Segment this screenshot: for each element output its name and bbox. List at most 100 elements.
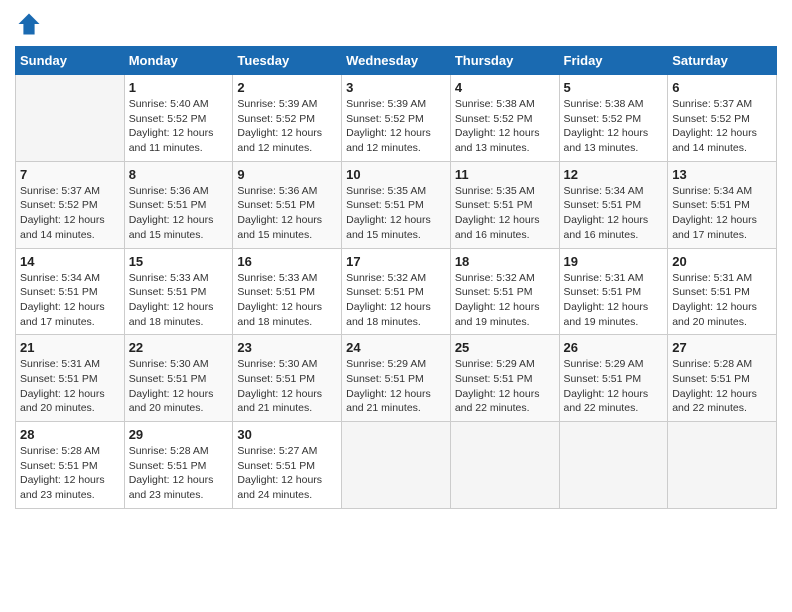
day-number: 5	[564, 80, 664, 95]
calendar-table: SundayMondayTuesdayWednesdayThursdayFrid…	[15, 46, 777, 509]
day-info: Sunrise: 5:33 AM Sunset: 5:51 PM Dayligh…	[129, 271, 229, 330]
calendar-cell: 6Sunrise: 5:37 AM Sunset: 5:52 PM Daylig…	[668, 75, 777, 162]
day-info: Sunrise: 5:36 AM Sunset: 5:51 PM Dayligh…	[129, 184, 229, 243]
day-info: Sunrise: 5:38 AM Sunset: 5:52 PM Dayligh…	[564, 97, 664, 156]
day-info: Sunrise: 5:28 AM Sunset: 5:51 PM Dayligh…	[20, 444, 120, 503]
day-number: 2	[237, 80, 337, 95]
day-info: Sunrise: 5:30 AM Sunset: 5:51 PM Dayligh…	[129, 357, 229, 416]
day-info: Sunrise: 5:34 AM Sunset: 5:51 PM Dayligh…	[20, 271, 120, 330]
calendar-cell: 20 Sunrise: 5:31 AM Sunset: 5:51 PM Dayli…	[668, 248, 777, 335]
day-number: 7	[20, 167, 120, 182]
day-info: Sunrise: 5:38 AM Sunset: 5:52 PM Dayligh…	[455, 97, 555, 156]
day-number: 15	[129, 254, 229, 269]
day-header-wednesday: Wednesday	[342, 47, 451, 75]
calendar-cell: 25 Sunrise: 5:29 AM Sunset: 5:51 PM Dayli…	[450, 335, 559, 422]
day-number: 1	[129, 80, 229, 95]
calendar-cell: 9 Sunrise: 5:36 AM Sunset: 5:51 PM Daylig…	[233, 161, 342, 248]
day-number: 17	[346, 254, 446, 269]
day-info: Sunrise: 5:39 AM Sunset: 5:52 PM Dayligh…	[346, 97, 446, 156]
calendar-cell: 10Sunrise: 5:35 AM Sunset: 5:51 PM Dayli…	[342, 161, 451, 248]
calendar-cell: 22 Sunrise: 5:30 AM Sunset: 5:51 PM Dayli…	[124, 335, 233, 422]
day-info: Sunrise: 5:35 AM Sunset: 5:51 PM Dayligh…	[455, 184, 555, 243]
day-info: Sunrise: 5:36 AM Sunset: 5:51 PM Dayligh…	[237, 184, 337, 243]
day-number: 29	[129, 427, 229, 442]
day-info: Sunrise: 5:31 AM Sunset: 5:51 PM Dayligh…	[20, 357, 120, 416]
day-number: 13	[672, 167, 772, 182]
day-info: Sunrise: 5:29 AM Sunset: 5:51 PM Dayligh…	[564, 357, 664, 416]
day-number: 27	[672, 340, 772, 355]
calendar-cell: 12 Sunrise: 5:34 AM Sunset: 5:51 PM Dayli…	[559, 161, 668, 248]
day-info: Sunrise: 5:31 AM Sunset: 5:51 PM Dayligh…	[564, 271, 664, 330]
logo	[15, 10, 47, 38]
day-number: 24	[346, 340, 446, 355]
calendar-cell: 30 Sunrise: 5:27 AM Sunset: 5:51 PM Dayli…	[233, 422, 342, 509]
calendar-week-row: 14 Sunrise: 5:34 AM Sunset: 5:51 PM Dayli…	[16, 248, 777, 335]
calendar-cell: 11 Sunrise: 5:35 AM Sunset: 5:51 PM Dayli…	[450, 161, 559, 248]
day-info: Sunrise: 5:34 AM Sunset: 5:51 PM Dayligh…	[564, 184, 664, 243]
day-info: Sunrise: 5:32 AM Sunset: 5:51 PM Dayligh…	[346, 271, 446, 330]
calendar-cell: 14 Sunrise: 5:34 AM Sunset: 5:51 PM Dayli…	[16, 248, 125, 335]
day-info: Sunrise: 5:33 AM Sunset: 5:51 PM Dayligh…	[237, 271, 337, 330]
day-header-friday: Friday	[559, 47, 668, 75]
day-info: Sunrise: 5:29 AM Sunset: 5:51 PM Dayligh…	[346, 357, 446, 416]
calendar-cell: 24 Sunrise: 5:29 AM Sunset: 5:51 PM Dayli…	[342, 335, 451, 422]
day-number: 25	[455, 340, 555, 355]
day-number: 20	[672, 254, 772, 269]
calendar-week-row: 21 Sunrise: 5:31 AM Sunset: 5:51 PM Dayli…	[16, 335, 777, 422]
calendar-cell	[559, 422, 668, 509]
day-number: 3	[346, 80, 446, 95]
day-number: 18	[455, 254, 555, 269]
day-info: Sunrise: 5:30 AM Sunset: 5:51 PM Dayligh…	[237, 357, 337, 416]
day-number: 11	[455, 167, 555, 182]
calendar-cell: 7Sunrise: 5:37 AM Sunset: 5:52 PM Daylig…	[16, 161, 125, 248]
calendar-cell: 28 Sunrise: 5:28 AM Sunset: 5:51 PM Dayli…	[16, 422, 125, 509]
day-number: 9	[237, 167, 337, 182]
day-info: Sunrise: 5:28 AM Sunset: 5:51 PM Dayligh…	[129, 444, 229, 503]
day-number: 8	[129, 167, 229, 182]
calendar-week-row: 7Sunrise: 5:37 AM Sunset: 5:52 PM Daylig…	[16, 161, 777, 248]
calendar-week-row: 28 Sunrise: 5:28 AM Sunset: 5:51 PM Dayli…	[16, 422, 777, 509]
day-info: Sunrise: 5:28 AM Sunset: 5:51 PM Dayligh…	[672, 357, 772, 416]
calendar-cell	[342, 422, 451, 509]
day-number: 30	[237, 427, 337, 442]
day-info: Sunrise: 5:37 AM Sunset: 5:52 PM Dayligh…	[672, 97, 772, 156]
day-info: Sunrise: 5:39 AM Sunset: 5:52 PM Dayligh…	[237, 97, 337, 156]
calendar-cell	[668, 422, 777, 509]
day-info: Sunrise: 5:29 AM Sunset: 5:51 PM Dayligh…	[455, 357, 555, 416]
calendar-cell: 18Sunrise: 5:32 AM Sunset: 5:51 PM Dayli…	[450, 248, 559, 335]
day-number: 19	[564, 254, 664, 269]
day-header-saturday: Saturday	[668, 47, 777, 75]
calendar-cell: 5 Sunrise: 5:38 AM Sunset: 5:52 PM Daylig…	[559, 75, 668, 162]
calendar-cell: 15 Sunrise: 5:33 AM Sunset: 5:51 PM Dayli…	[124, 248, 233, 335]
day-info: Sunrise: 5:34 AM Sunset: 5:51 PM Dayligh…	[672, 184, 772, 243]
calendar-header-row: SundayMondayTuesdayWednesdayThursdayFrid…	[16, 47, 777, 75]
day-number: 16	[237, 254, 337, 269]
calendar-cell: 23 Sunrise: 5:30 AM Sunset: 5:51 PM Dayli…	[233, 335, 342, 422]
day-header-tuesday: Tuesday	[233, 47, 342, 75]
day-number: 14	[20, 254, 120, 269]
calendar-cell: 21 Sunrise: 5:31 AM Sunset: 5:51 PM Dayli…	[16, 335, 125, 422]
day-info: Sunrise: 5:40 AM Sunset: 5:52 PM Dayligh…	[129, 97, 229, 156]
day-number: 23	[237, 340, 337, 355]
day-header-sunday: Sunday	[16, 47, 125, 75]
day-number: 4	[455, 80, 555, 95]
day-header-thursday: Thursday	[450, 47, 559, 75]
day-number: 10	[346, 167, 446, 182]
day-header-monday: Monday	[124, 47, 233, 75]
calendar-cell: 27 Sunrise: 5:28 AM Sunset: 5:51 PM Dayli…	[668, 335, 777, 422]
day-number: 28	[20, 427, 120, 442]
day-number: 21	[20, 340, 120, 355]
calendar-cell: 29 Sunrise: 5:28 AM Sunset: 5:51 PM Dayli…	[124, 422, 233, 509]
page-header	[15, 10, 777, 38]
calendar-cell: 4 Sunrise: 5:38 AM Sunset: 5:52 PM Daylig…	[450, 75, 559, 162]
calendar-cell	[450, 422, 559, 509]
day-info: Sunrise: 5:27 AM Sunset: 5:51 PM Dayligh…	[237, 444, 337, 503]
calendar-cell: 8 Sunrise: 5:36 AM Sunset: 5:51 PM Daylig…	[124, 161, 233, 248]
day-info: Sunrise: 5:31 AM Sunset: 5:51 PM Dayligh…	[672, 271, 772, 330]
calendar-cell: 2 Sunrise: 5:39 AM Sunset: 5:52 PM Daylig…	[233, 75, 342, 162]
calendar-cell: 26Sunrise: 5:29 AM Sunset: 5:51 PM Dayli…	[559, 335, 668, 422]
day-number: 12	[564, 167, 664, 182]
day-number: 22	[129, 340, 229, 355]
logo-icon	[15, 10, 43, 38]
calendar-cell: 19 Sunrise: 5:31 AM Sunset: 5:51 PM Dayli…	[559, 248, 668, 335]
